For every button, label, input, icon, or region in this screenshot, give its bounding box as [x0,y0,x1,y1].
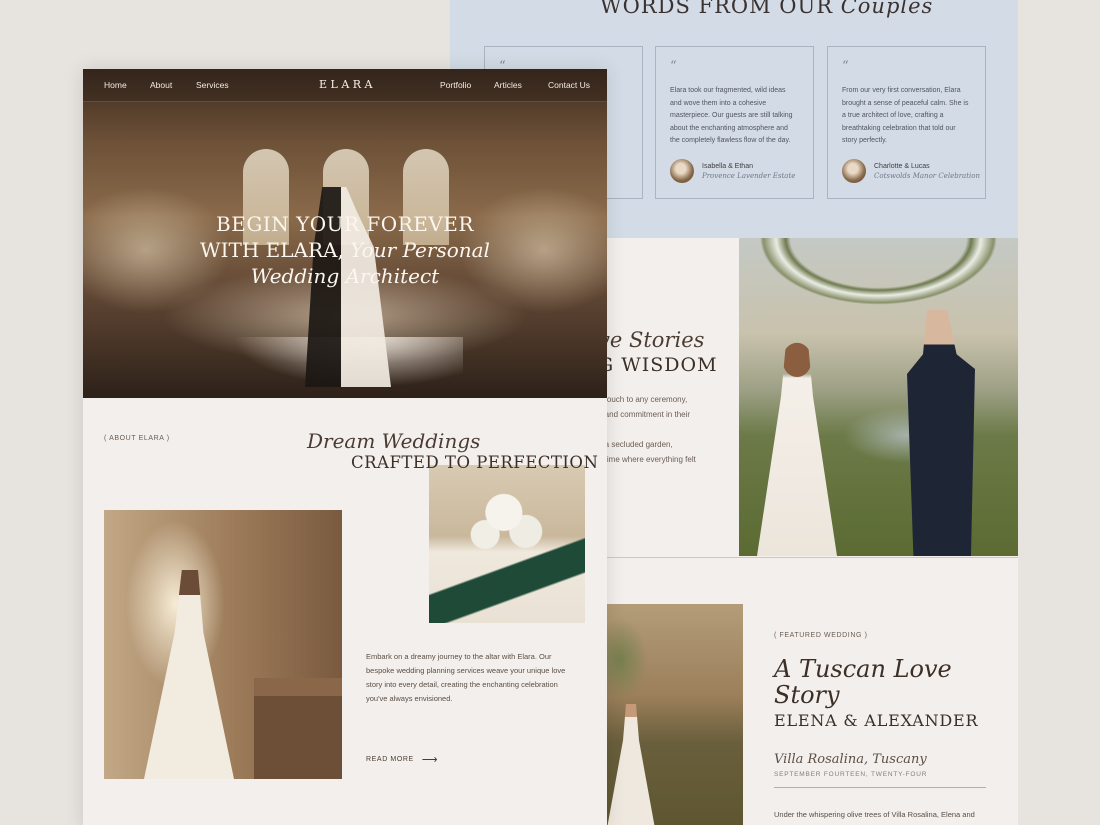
author-venue: Cotswolds Manor Celebration [874,171,981,180]
hero-section: Home About Services ELARA Portfolio Arti… [83,69,607,398]
nav-home[interactable]: Home [104,80,127,90]
quote-icon: “ [670,59,677,74]
hero-line-2-text: WITH ELARA, [200,238,344,262]
bride-figure [757,328,837,556]
testimonial-author: Isabella & Ethan Provence Lavender Estat… [670,159,795,183]
nav-services[interactable]: Services [196,80,229,90]
testimonial-text: From our very first conversation, Elara … [842,87,969,144]
paragraph-line: n time where everything felt [598,455,696,464]
site-logo[interactable]: ELARA [319,78,376,91]
testimonial-text: Elara took our fragmented, wild ideas an… [670,87,793,144]
about-heading: CRAFTED TO PERFECTION [351,453,599,472]
quote-icon: “ [842,59,849,74]
author-name: Isabella & Ethan [702,162,753,170]
hero-line-1: BEGIN YOUR FOREVER [216,212,474,236]
author-name: Charlotte & Lucas [874,162,930,170]
featured-date: SEPTEMBER FOURTEEN, TWENTY-FOUR [774,771,928,778]
paragraph-line: e touch to any ceremony, [598,395,688,404]
divider-line [774,787,986,788]
testimonials-title-text: WORDS FROM OUR [600,0,834,18]
paragraph-line: e and commitment in their [598,410,691,419]
nav-contact[interactable]: Contact Us [548,80,590,90]
table-decor-photo [429,465,585,623]
featured-body: Under the whispering olive trees of Vill… [774,810,975,819]
about-body: Embark on a dreamy journey to the altar … [366,652,566,703]
testimonials-title: WORDS FROM OUR Couples [600,0,933,18]
bride-window-photo [104,510,342,779]
paragraph-line: n a secluded garden, [598,440,673,449]
ceremony-photo [739,238,1018,556]
testimonial-card: “ Elara took our fragmented, wild ideas … [655,46,814,199]
testimonial-author: Charlotte & Lucas Cotswolds Manor Celebr… [842,159,980,183]
vanity-desk [254,678,342,779]
avatar [842,159,866,183]
hero-line-2-script: Your Personal [350,238,490,262]
read-more-label: READ MORE [366,756,414,763]
bride-figure [144,570,234,779]
nav-about[interactable]: About [150,80,172,90]
arrow-right-icon: ⟶ [421,754,439,766]
front-page: Home About Services ELARA Portfolio Arti… [83,69,607,825]
avatar [670,159,694,183]
tuscan-wedding-photo [602,604,743,825]
testimonials-title-script: Couples [840,0,934,18]
nav-portfolio[interactable]: Portfolio [440,80,471,90]
love-stories-script: ve Stories [598,328,705,352]
testimonial-card: “ From our very first conversation, Elar… [827,46,986,199]
love-stories-paragraph: e touch to any ceremony, e and commitmen… [598,392,738,467]
love-stories-heading: G WISDOM [598,354,718,376]
featured-script-title: A Tuscan Love Story [774,655,952,709]
featured-couple-names: ELENA & ALEXANDER [774,711,979,730]
author-venue: Provence Lavender Estate [702,171,796,180]
featured-venue: Villa Rosalina, Tuscany [774,752,927,767]
hero-title: BEGIN YOUR FOREVER WITH ELARA, Your Pers… [83,211,607,289]
nav-articles[interactable]: Articles [494,80,522,90]
love-stories-text: ve Stories G WISDOM e touch to any cerem… [598,328,738,467]
read-more-link[interactable]: READ MORE ⟶ [366,753,438,766]
about-script-title: Dream Weddings [307,429,481,453]
hero-line-2: WITH ELARA, Your Personal [83,237,607,263]
floral-arch [739,238,1018,358]
top-nav: Home About Services ELARA Portfolio Arti… [83,69,607,102]
hero-line-3: Wedding Architect [250,264,440,288]
featured-label: ( FEATURED WEDDING ) [774,632,868,639]
about-label: ( ABOUT ELARA ) [104,435,170,442]
